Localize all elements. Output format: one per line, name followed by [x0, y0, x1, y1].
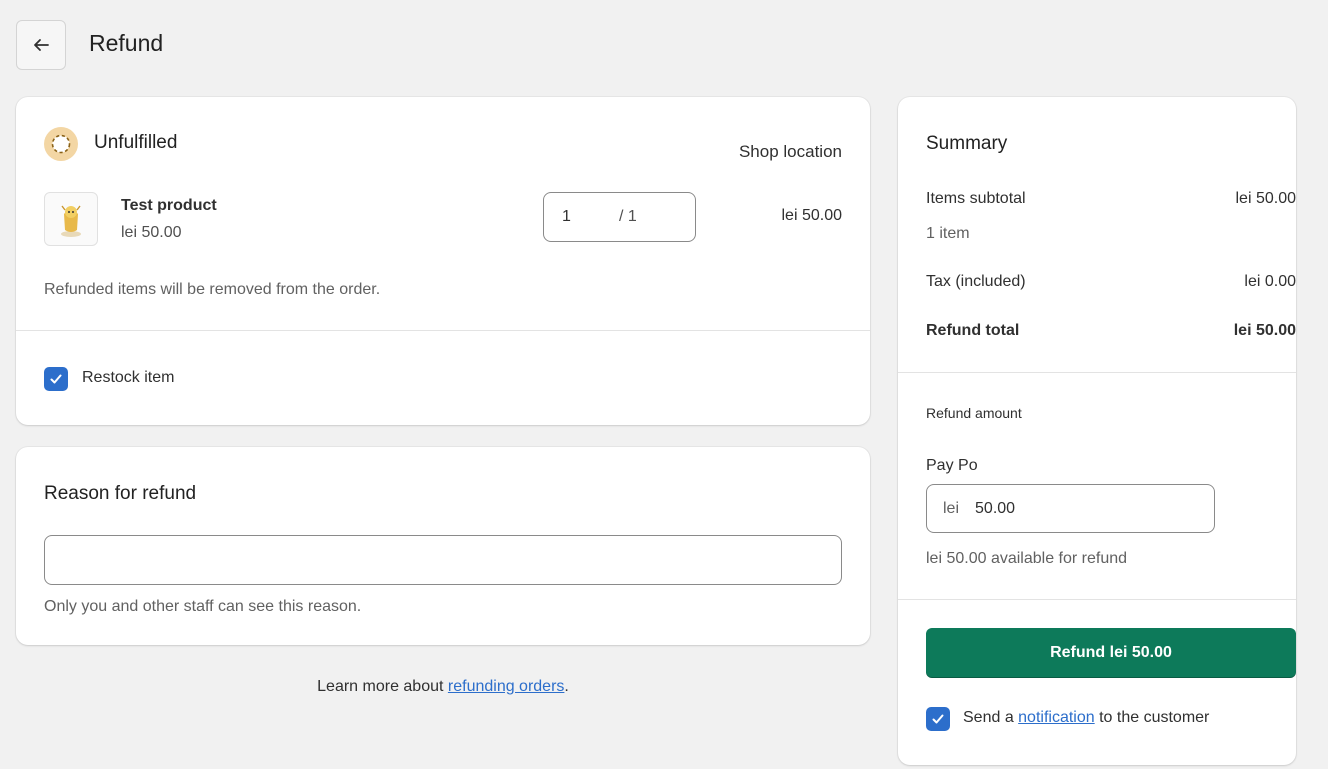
refund-page: Refund Unfulfilled Shop location Test pr…: [0, 0, 1328, 769]
summary-card: Summary Items subtotal lei 50.00 1 item …: [898, 97, 1296, 765]
items-subtotal-value-wrap: lei 50.00: [1096, 190, 1297, 208]
items-count: 1 item: [926, 225, 970, 242]
refund-total-value: lei 50.00: [1233, 322, 1296, 339]
product-name[interactable]: Test product: [121, 197, 217, 215]
restock-checkbox[interactable]: [44, 367, 68, 391]
restock-label[interactable]: Restock item: [82, 369, 174, 387]
removed-items-note: Refunded items will be removed from the …: [44, 281, 381, 298]
learn-more-prefix: Learn more about: [317, 678, 448, 695]
checkmark-icon: [932, 714, 944, 724]
reason-title: Reason for refund: [44, 483, 197, 504]
checkmark-icon: [50, 374, 62, 384]
unfulfilled-status-icon: [44, 127, 78, 161]
line-total: lei 50.00: [781, 207, 843, 224]
back-button[interactable]: [16, 20, 66, 70]
quantity-field[interactable]: / 1: [543, 192, 696, 242]
learn-more-text: Learn more about refunding orders.: [16, 678, 870, 696]
product-unit-price: lei 50.00: [121, 224, 182, 241]
quantity-input[interactable]: [562, 208, 602, 226]
notify-suffix: to the customer: [1094, 709, 1210, 726]
currency-prefix: lei: [943, 499, 960, 517]
refund-amount-input[interactable]: [975, 499, 1176, 518]
refund-total-label: Refund total: [926, 322, 1020, 339]
available-for-refund-note: lei 50.00 available for refund: [926, 550, 1128, 567]
reason-card: Reason for refund Only you and other sta…: [16, 447, 870, 645]
items-subtotal-value: lei 50.00: [1235, 190, 1297, 207]
notify-customer-label: Send a notification to the customer: [963, 709, 1209, 727]
summary-title: Summary: [926, 133, 1008, 154]
quantity-max: / 1: [619, 208, 637, 225]
tax-value: lei 0.00: [1244, 273, 1296, 290]
refund-amount-heading: Refund amount: [926, 405, 1022, 421]
notification-link[interactable]: notification: [1018, 709, 1095, 726]
fulfillment-status-label: Unfulfilled: [94, 132, 178, 153]
refunding-orders-link[interactable]: refunding orders: [448, 678, 565, 695]
page-title: Refund: [89, 30, 164, 56]
notify-customer-checkbox[interactable]: [926, 707, 950, 731]
arrow-left-icon: [34, 39, 49, 51]
location-label: Shop location: [738, 142, 842, 161]
payment-method-label: Pay Po: [926, 457, 978, 474]
divider: [898, 372, 1296, 373]
refund-amount-field[interactable]: lei: [926, 484, 1215, 533]
notify-prefix: Send a: [963, 709, 1019, 726]
reason-help-text: Only you and other staff can see this re…: [44, 598, 362, 615]
product-thumbnail: [44, 192, 98, 246]
learn-more-suffix: .: [564, 678, 569, 695]
divider: [16, 330, 870, 331]
refund-button[interactable]: Refund lei 50.00: [926, 628, 1296, 678]
items-subtotal-label: Items subtotal: [926, 190, 1026, 207]
items-card: Unfulfilled Shop location Test product l…: [16, 97, 870, 425]
tax-label: Tax (included): [926, 273, 1026, 290]
reason-input[interactable]: [44, 535, 842, 585]
divider: [898, 599, 1296, 600]
